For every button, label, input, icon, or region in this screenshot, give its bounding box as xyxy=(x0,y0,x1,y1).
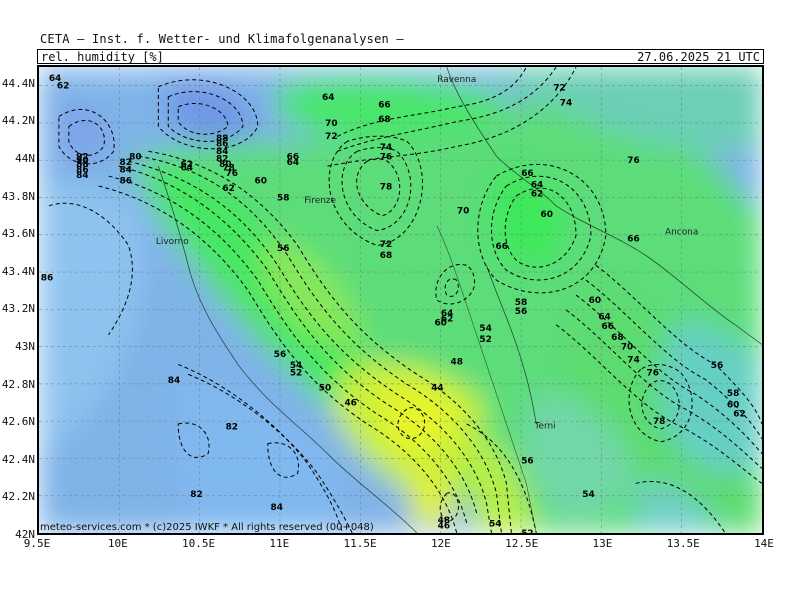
contour-label: 52 xyxy=(290,369,302,379)
contour-label: 70 xyxy=(457,207,469,217)
contour-label: 62 xyxy=(531,190,543,200)
city-label: Livorno xyxy=(156,237,189,247)
y-tick-label: 42.4N xyxy=(1,452,35,466)
contour-label: 58 xyxy=(277,193,289,203)
contour-label: 86 xyxy=(41,274,53,284)
y-tick-label: 42.8N xyxy=(1,377,35,391)
contour-label: 66 xyxy=(627,234,639,244)
contour-label: 84 xyxy=(76,171,88,181)
city-label: Firenze xyxy=(304,196,336,206)
y-tick-label: 43.8N xyxy=(1,189,35,203)
contour-label: 76 xyxy=(627,156,639,166)
info-bar: rel. humidity [%] 27.06.2025 21 UTC xyxy=(37,49,764,64)
contour-label: 72 xyxy=(325,132,337,142)
contour-label: 84 xyxy=(168,376,180,386)
contour-label: 74 xyxy=(560,98,572,108)
variable-label: rel. humidity [%] xyxy=(41,50,164,64)
contour-label: 70 xyxy=(325,119,337,129)
contour-label: 64 xyxy=(322,93,334,103)
x-tick-label: 14E xyxy=(754,537,774,550)
contour-label: 58 xyxy=(727,389,739,399)
x-tick-label: 12.5E xyxy=(505,537,539,550)
city-label: Ravenna xyxy=(437,75,476,85)
contour-label: 60 xyxy=(254,177,266,187)
contour-label: 62 xyxy=(733,410,745,420)
y-tick-label: 42.6N xyxy=(1,415,35,429)
contour-label: 60 xyxy=(540,210,552,220)
contour-label: 46 xyxy=(438,522,450,532)
contour-label: 54 xyxy=(479,324,491,334)
contour-label: 56 xyxy=(711,361,723,371)
contour-label: 64 xyxy=(181,164,193,174)
contour-label: 86 xyxy=(120,177,132,187)
contour-label: 56 xyxy=(515,307,527,317)
contour-label: 68 xyxy=(378,115,390,125)
contour-label: 54 xyxy=(582,490,594,500)
contour-label: 66 xyxy=(378,100,390,110)
contour-label: 46 xyxy=(344,399,356,409)
contour-label: 54 xyxy=(489,520,501,530)
contour-label: 78 xyxy=(380,182,392,192)
contour-label: 62 xyxy=(222,184,234,194)
contour-label: 48 xyxy=(451,357,463,367)
contour-label: 82 xyxy=(190,490,202,500)
contour-label: 52 xyxy=(479,335,491,345)
contour-label: 72 xyxy=(380,240,392,250)
x-tick-label: 10E xyxy=(107,537,128,550)
y-tick-label: 44N xyxy=(15,152,35,165)
contour-label: 56 xyxy=(521,456,533,466)
contour-label: 76 xyxy=(380,152,392,162)
copyright-footer: meteo-services.com * (c)2025 IWKF * All … xyxy=(40,522,374,533)
contour-label: 84 xyxy=(120,166,132,176)
contour-label: 68 xyxy=(380,251,392,261)
y-tick-label: 43.2N xyxy=(1,302,35,316)
contour-label: 62 xyxy=(57,82,69,92)
contour-label: 66 xyxy=(495,242,507,252)
contour-label: 78 xyxy=(653,417,665,427)
contour-label: 76 xyxy=(647,369,659,379)
contour-label: 64 xyxy=(287,158,299,168)
contour-label: 76 xyxy=(226,169,238,179)
x-tick-label: 11.5E xyxy=(343,537,377,550)
x-tick-label: 9.5E xyxy=(23,537,51,550)
contour-label: 52 xyxy=(521,529,533,535)
y-tick-label: 42.2N xyxy=(1,490,35,504)
x-tick-label: 10.5E xyxy=(181,537,216,550)
contour-label: 66 xyxy=(602,322,614,332)
contour-label: 84 xyxy=(271,503,283,513)
y-tick-label: 43.4N xyxy=(1,264,35,278)
contour-label: 82 xyxy=(226,423,238,433)
map-title: CETA – Inst. f. Wetter- und Klimafolgena… xyxy=(40,32,404,46)
datetime-label: 27.06.2025 21 UTC xyxy=(637,50,760,64)
contour-label: 44 xyxy=(431,384,443,394)
y-tick-label: 44.4N xyxy=(1,76,35,90)
contour-label: 60 xyxy=(434,318,446,328)
city-label: Terni xyxy=(534,422,556,432)
contour-label: 70 xyxy=(621,343,633,353)
x-tick-label: 13E xyxy=(592,537,613,550)
x-tick-label: 11E xyxy=(269,537,290,550)
contour-label: 56 xyxy=(274,350,286,360)
x-tick-label: 13.5E xyxy=(666,537,700,550)
contour-label: 56 xyxy=(277,244,289,254)
y-tick-label: 44.2N xyxy=(1,114,35,128)
contour-label: 66 xyxy=(521,169,533,179)
y-tick-label: 43.6N xyxy=(1,227,35,241)
contour-label: 74 xyxy=(627,356,639,366)
humidity-field xyxy=(39,67,762,533)
x-tick-label: 12E xyxy=(430,537,451,550)
city-label: Ancona xyxy=(665,228,698,238)
contour-label: 60 xyxy=(589,296,601,306)
contour-label: 50 xyxy=(319,384,331,394)
contour-label: 72 xyxy=(553,83,565,93)
y-tick-label: 43N xyxy=(15,340,35,353)
humidity-map: Ravenna Firenze Livorno Ancona Terni 64 62 64 6… xyxy=(37,65,764,535)
